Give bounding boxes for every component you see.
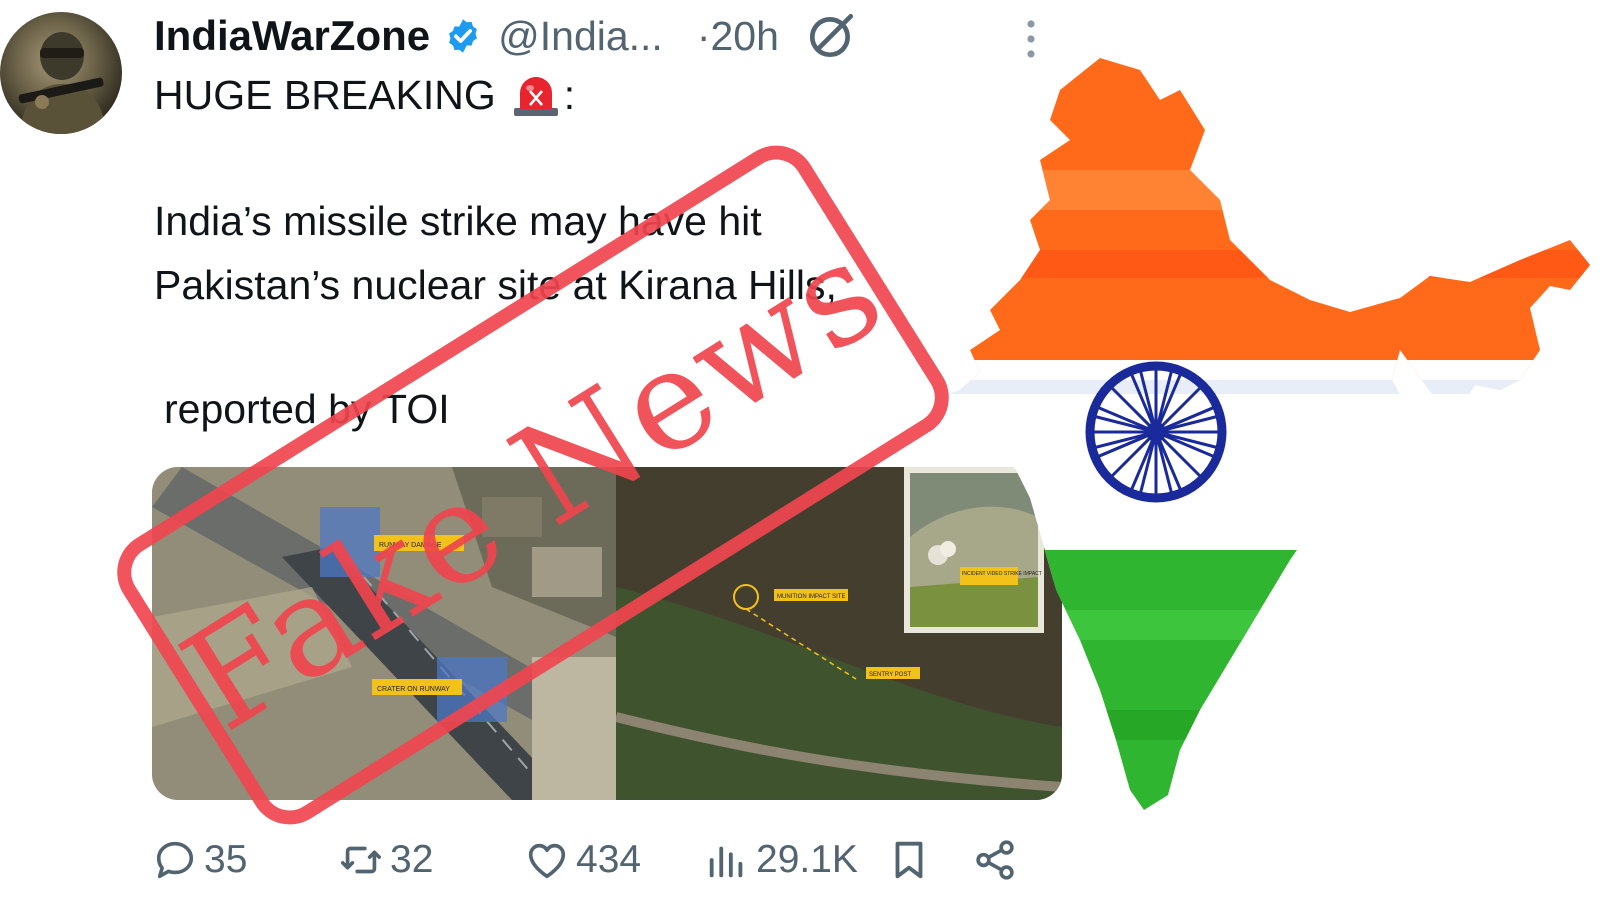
reply-icon	[156, 841, 194, 879]
tweet-headline-colon: :	[563, 72, 576, 118]
bookmark-icon	[895, 841, 923, 879]
svg-text:SENTRY POST: SENTRY POST	[869, 672, 911, 678]
repost-button[interactable]: 32	[338, 830, 433, 890]
bookmark-button[interactable]	[886, 830, 932, 890]
tweet-timestamp[interactable]: ·20h	[697, 13, 779, 60]
verified-badge-icon	[449, 19, 478, 53]
siren-icon	[513, 77, 558, 116]
tweet-headline: HUGE BREAKING	[154, 72, 496, 118]
views-button[interactable]: 29.1K	[704, 830, 858, 890]
views-chart-icon	[709, 846, 743, 878]
tweet-header: IndiaWarZone @India... ·20h	[154, 6, 857, 66]
heart-icon	[528, 843, 566, 879]
views-count: 29.1K	[756, 838, 858, 881]
author-handle[interactable]: @India...	[498, 13, 663, 60]
tweet-text-line: HUGE BREAKING :	[154, 72, 575, 119]
reply-count: 35	[204, 838, 248, 881]
like-button[interactable]: 434	[524, 830, 641, 890]
ashoka-chakra-icon	[1085, 361, 1227, 503]
like-count: 434	[576, 838, 642, 881]
repost-count: 32	[390, 838, 434, 881]
india-flag-map	[930, 58, 1590, 810]
repost-icon	[340, 846, 382, 874]
avatar[interactable]	[0, 12, 122, 134]
grok-icon[interactable]	[805, 10, 857, 62]
reply-button[interactable]: 35	[152, 830, 247, 890]
svg-text:MUNITION IMPACT SITE: MUNITION IMPACT SITE	[777, 594, 845, 600]
author-display-name[interactable]: IndiaWarZone	[154, 12, 430, 60]
soldier-avatar-icon	[18, 32, 106, 134]
